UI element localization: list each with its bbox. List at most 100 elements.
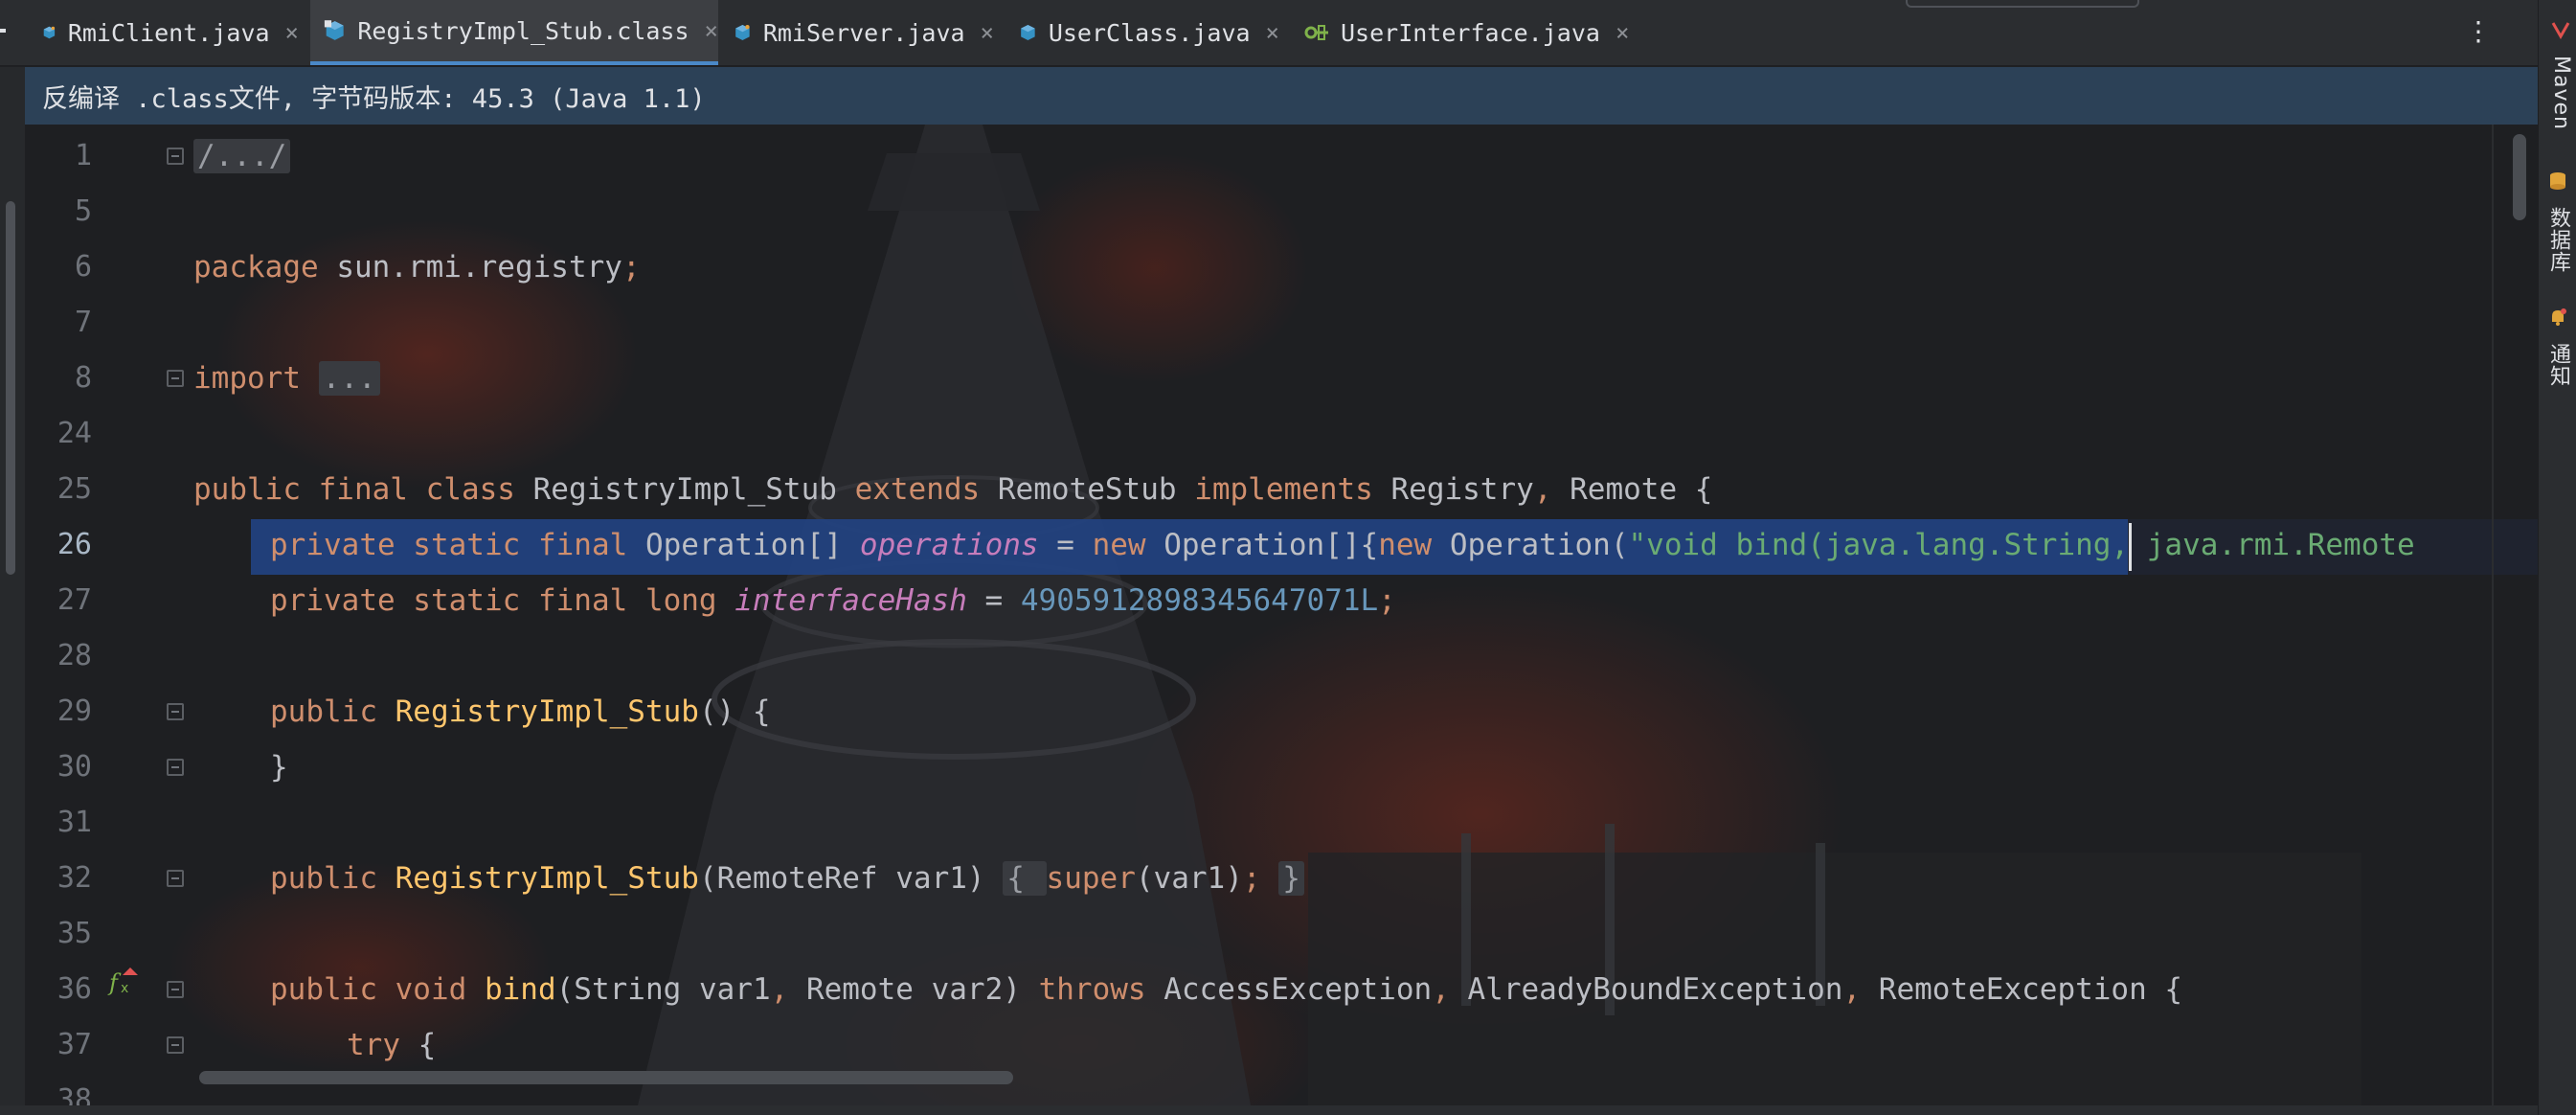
keyword: public void [270,972,467,1007]
line-number: 6 [74,250,92,284]
close-icon[interactable]: × [1266,19,1279,46]
line-number-gutter: 1 5 6 7 8 24 25 26 27 28 29 30 31 32 35 … [25,125,184,1105]
method-name: bind [466,972,556,1007]
fold-collapse-icon[interactable] [167,703,184,720]
java-class-icon [1021,25,1035,40]
line-number: 29 [56,694,92,728]
database-tool[interactable]: 数据库 [2544,171,2573,273]
fold-collapse-icon[interactable] [167,1036,184,1054]
keyword: package [193,250,319,284]
line-number: 35 [56,917,92,950]
close-icon[interactable]: × [285,19,299,46]
code-line-32: public RegistryImpl_Stub(RemoteRef var1)… [270,851,1304,906]
keyword: super [1046,861,1136,896]
maven-tool[interactable]: Maven [2544,19,2573,130]
tool-label: 数据库 [2546,207,2570,273]
line-number: 5 [74,194,92,228]
arguments: (var1) [1135,861,1243,896]
type-name: Operation[]{ [1145,528,1379,562]
close-icon[interactable]: × [981,19,994,46]
type-name: Operation[] [627,528,860,562]
horizontal-scrollbar[interactable] [199,1071,1013,1084]
line-number: 24 [56,417,92,450]
comma: , [1533,472,1552,507]
code-editor[interactable]: 1 5 6 7 8 24 25 26 27 28 29 30 31 32 35 … [25,125,2538,1105]
close-icon[interactable]: × [1616,19,1629,46]
top-search-edge [1906,0,2139,8]
tab-label: RmiServer.java [762,18,965,47]
code-line-8: import ... [193,351,380,406]
compiled-class-icon [324,20,344,40]
folded-imports[interactable]: ... [318,361,380,396]
line-number: 28 [56,639,92,672]
keyword: private static final long [270,583,717,618]
maven-icon [2551,22,2570,40]
svg-text:f: f [107,969,122,996]
decompiled-banner: 反编译 .class文件, 字节码版本: 45.3 (Java 1.1) [25,67,2538,125]
comma: , [1432,972,1450,1007]
code-line-37: try { [347,1017,436,1073]
fold-expand-icon[interactable] [167,148,184,165]
method-name: RegistryImpl_Stub [376,861,699,896]
code-line-27: private static final long interfaceHash … [270,573,1396,628]
fold-end-icon[interactable] [167,759,184,776]
tab-userinterface[interactable]: UserInterface.java × [1304,0,1630,65]
code-line-30: } [270,740,288,795]
line-number: 1 [74,139,92,172]
text-caret [2129,523,2132,571]
code-text: () { [698,694,771,729]
line-number: 7 [74,306,92,339]
superclass-name: RemoteStub [980,472,1195,507]
tab-userclass[interactable]: UserClass.java × [1019,0,1279,65]
line-number: 27 [56,583,92,617]
line-number: 8 [74,361,92,395]
exception-type: AccessException [1145,972,1433,1007]
class-name: RegistryImpl_Stub [514,472,855,507]
keyword: throws [1038,972,1146,1007]
keyword: import [193,361,301,396]
operator: = [1038,528,1093,562]
folded-brace[interactable]: { [1003,861,1047,896]
line-number: 25 [56,472,92,506]
close-icon[interactable]: × [705,17,718,44]
keyword: try [347,1028,400,1062]
parameters: (String var1 [555,972,771,1007]
package-name: sun.rmi.registry [318,250,622,284]
keyword: new [1378,528,1433,562]
implements-method-icon[interactable]: f x [107,966,140,998]
folded-brace[interactable]: } [1278,861,1304,896]
more-tabs-icon[interactable]: ⋮ [2465,15,2492,47]
vertical-scrollbar[interactable] [2513,134,2526,220]
fold-collapse-icon[interactable] [167,981,184,998]
brace: { [400,1028,437,1062]
java-class-icon [43,26,56,39]
code-line-25: public final class RegistryImpl_Stub ext… [193,462,1712,517]
parameters: Remote var2) [788,972,1039,1007]
folded-header[interactable]: /.../ [193,139,291,173]
code-line-36: public void bind(String var1, Remote var… [270,962,2182,1017]
tab-rmiserver[interactable]: RmiServer.java × [734,0,994,65]
comma: , [1842,972,1862,1007]
banner-text: 反编译 .class文件, 字节码版本: 45.3 (Java 1.1) [42,83,706,114]
semicolon: ; [1378,583,1396,618]
current-line-number: 26 [56,528,92,561]
line-number: 32 [56,861,92,895]
semicolon: ; [1242,861,1279,896]
tab-label: UserInterface.java [1341,18,1600,47]
static-field: operations [859,528,1039,562]
line-number: 36 [56,972,92,1006]
java-class-icon [735,25,750,40]
tab-registryimpl-stub[interactable]: RegistryImpl_Stub.class × [310,0,718,65]
tab-rmiclient[interactable]: RmiClient.java × [38,0,299,65]
fold-expand-icon[interactable] [167,370,184,387]
line-number: 38 [56,1083,92,1105]
left-scroll-thumb[interactable] [6,201,15,575]
method-name: RegistryImpl_Stub [376,694,699,729]
editor-tab-bar: RmiClient.java × RegistryImpl_Stub.class… [0,0,2538,66]
left-tool-strip [0,67,25,1115]
tool-label: Maven [2549,56,2573,130]
fold-expand-icon[interactable] [167,870,184,887]
notifications-tool[interactable]: 通知 [2544,307,2573,387]
parameters: (RemoteRef var1) [698,861,1004,896]
tab-label: RegistryImpl_Stub.class [357,16,689,45]
